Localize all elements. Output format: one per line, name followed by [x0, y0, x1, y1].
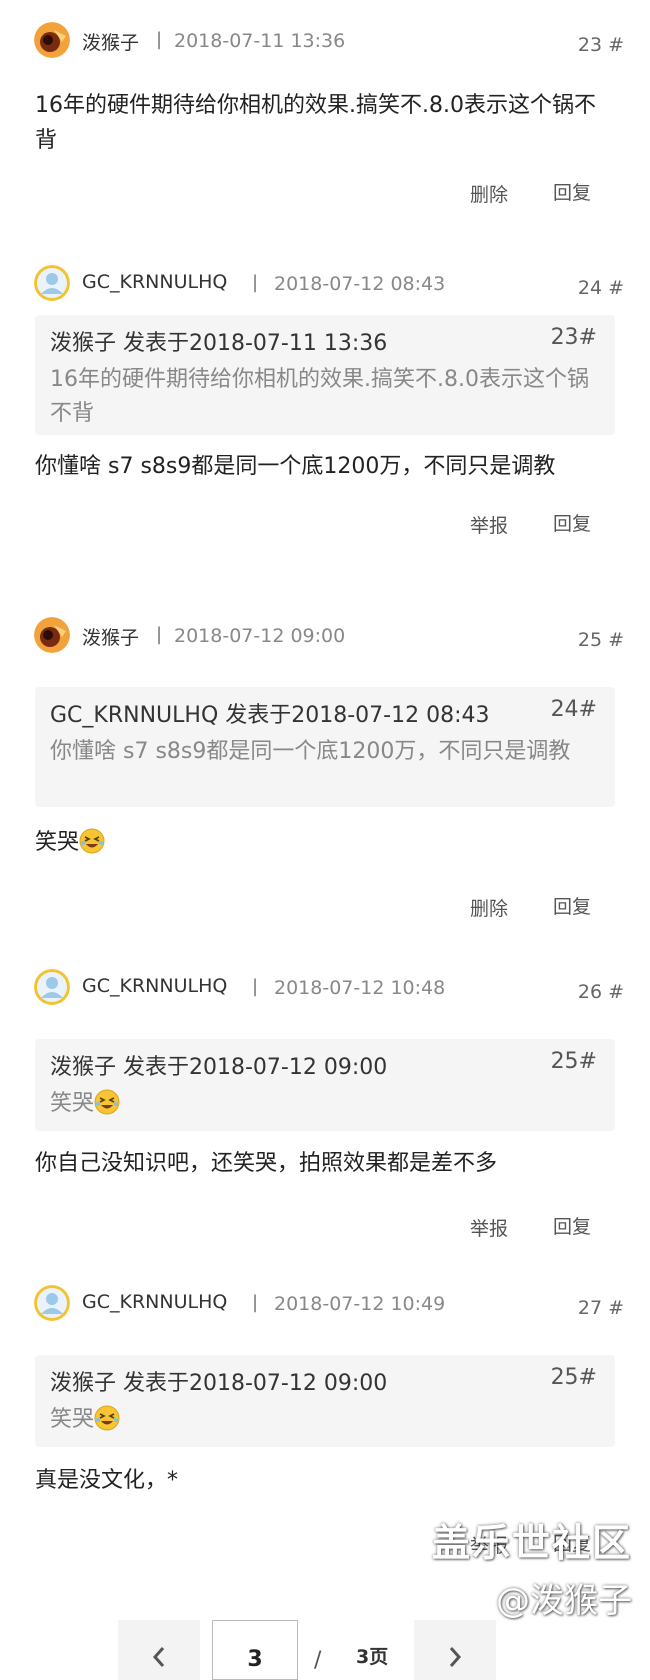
- author-name[interactable]: 泼猴子: [82, 28, 139, 55]
- pagination: 3 / 3页: [118, 1620, 526, 1680]
- quote-header: 泼猴子 发表于2018-07-12 09:00: [50, 1371, 388, 1396]
- quote-body: 16年的硬件期待给你相机的效果.搞笑不.8.0表示这个锅不背: [50, 367, 589, 426]
- laughing-tears-emoji-icon: [94, 1089, 120, 1115]
- prev-page-button[interactable]: [118, 1620, 200, 1680]
- report-button[interactable]: 举报: [470, 511, 508, 538]
- chevron-right-icon: [449, 1647, 462, 1667]
- reply-button[interactable]: 回复: [553, 509, 591, 536]
- quote-block: 泼猴子 发表于2018-07-11 13:36 23# 16年的硬件期待给你相机…: [35, 315, 615, 435]
- floor-number: 23 #: [577, 34, 624, 56]
- quote-header: 泼猴子 发表于2018-07-12 09:00: [50, 1055, 388, 1080]
- default-user-avatar-icon: [34, 1285, 70, 1321]
- quote-block: GC_KRNNULHQ 发表于2018-07-12 08:43 24# 你懂啥 …: [35, 687, 615, 807]
- avatar[interactable]: [34, 1285, 70, 1321]
- post-header: GC_KRNNULHQ | 2018-07-12 10:48 26 #: [34, 969, 624, 1009]
- floor-number: 26 #: [577, 981, 624, 1003]
- post-body: 真是没文化，*: [35, 1468, 179, 1493]
- watermark-user: @泼猴子: [496, 1581, 632, 1621]
- current-page-input[interactable]: 3: [212, 1620, 298, 1680]
- post-body: 你懂啥 s7 s8s9都是同一个底1200万，不同只是调教: [35, 454, 556, 479]
- separator: |: [252, 1292, 259, 1313]
- quote-header: 泼猴子 发表于2018-07-11 13:36: [50, 331, 388, 356]
- quote-floor: 25#: [550, 1365, 597, 1390]
- reply-button[interactable]: 回复: [553, 178, 591, 205]
- post-body: 笑哭: [35, 825, 615, 860]
- post-header: GC_KRNNULHQ | 2018-07-12 08:43 24 #: [34, 265, 624, 305]
- floor-number: 24 #: [577, 277, 624, 299]
- quote-floor: 25#: [550, 1049, 597, 1074]
- monkey-avatar-icon: [34, 22, 70, 58]
- post-body: 16年的硬件期待给你相机的效果.搞笑不.8.0表示这个锅不背: [35, 93, 596, 153]
- avatar[interactable]: [34, 969, 70, 1005]
- report-button[interactable]: 举报: [470, 1214, 508, 1241]
- post-body-text: 笑哭: [35, 830, 80, 855]
- quote-block: 泼猴子 发表于2018-07-12 09:00 25# 笑哭: [35, 1039, 615, 1131]
- author-name[interactable]: GC_KRNNULHQ: [82, 271, 227, 293]
- post-body: 你自己没知识吧，还笑哭，拍照效果都是差不多: [35, 1151, 498, 1176]
- separator: |: [156, 29, 163, 50]
- monkey-avatar-icon: [34, 617, 70, 653]
- post-date: 2018-07-12 10:49: [274, 1293, 446, 1315]
- post-date: 2018-07-12 10:48: [274, 977, 446, 999]
- watermark-site: 盖乐世社区: [431, 1521, 632, 1565]
- laughing-tears-emoji-icon: [94, 1405, 120, 1431]
- reply-button[interactable]: 回复: [553, 1212, 591, 1239]
- separator: |: [252, 272, 259, 293]
- quote-body-text: 笑哭: [50, 1407, 95, 1432]
- floor-number: 25 #: [577, 629, 624, 651]
- quote-header: GC_KRNNULHQ 发表于2018-07-12 08:43: [50, 703, 490, 728]
- quote-body-text: 笑哭: [50, 1091, 95, 1116]
- avatar[interactable]: [34, 617, 70, 653]
- quote-block: 泼猴子 发表于2018-07-12 09:00 25# 笑哭: [35, 1355, 615, 1447]
- post-header: 泼猴子 | 2018-07-12 09:00 25 #: [34, 617, 624, 657]
- chevron-left-icon: [152, 1647, 165, 1667]
- post-header: 泼猴子 | 2018-07-11 13:36 23 #: [34, 22, 624, 62]
- author-name[interactable]: GC_KRNNULHQ: [82, 1291, 227, 1313]
- quote-body: 笑哭: [50, 1087, 595, 1121]
- post-date: 2018-07-12 09:00: [174, 625, 346, 647]
- quote-floor: 23#: [550, 325, 597, 350]
- avatar[interactable]: [34, 22, 70, 58]
- separator: |: [252, 976, 259, 997]
- delete-button[interactable]: 删除: [470, 894, 508, 921]
- post-date: 2018-07-11 13:36: [174, 30, 346, 52]
- next-page-button[interactable]: [414, 1620, 496, 1680]
- author-name[interactable]: 泼猴子: [82, 623, 139, 650]
- default-user-avatar-icon: [34, 265, 70, 301]
- post-header: GC_KRNNULHQ | 2018-07-12 10:49 27 #: [34, 1285, 624, 1325]
- author-name[interactable]: GC_KRNNULHQ: [82, 975, 227, 997]
- default-user-avatar-icon: [34, 969, 70, 1005]
- separator: |: [156, 624, 163, 645]
- floor-number: 27 #: [577, 1297, 624, 1319]
- post-date: 2018-07-12 08:43: [274, 273, 446, 295]
- quote-floor: 24#: [550, 697, 597, 722]
- total-pages: 3页: [356, 1646, 389, 1668]
- quote-body: 笑哭: [50, 1403, 595, 1437]
- laughing-tears-emoji-icon: [79, 828, 105, 854]
- delete-button[interactable]: 删除: [470, 180, 508, 207]
- quote-body: 你懂啥 s7 s8s9都是同一个底1200万，不同只是调教: [50, 739, 571, 764]
- avatar[interactable]: [34, 265, 70, 301]
- reply-button[interactable]: 回复: [553, 892, 591, 919]
- page-separator: /: [314, 1648, 322, 1673]
